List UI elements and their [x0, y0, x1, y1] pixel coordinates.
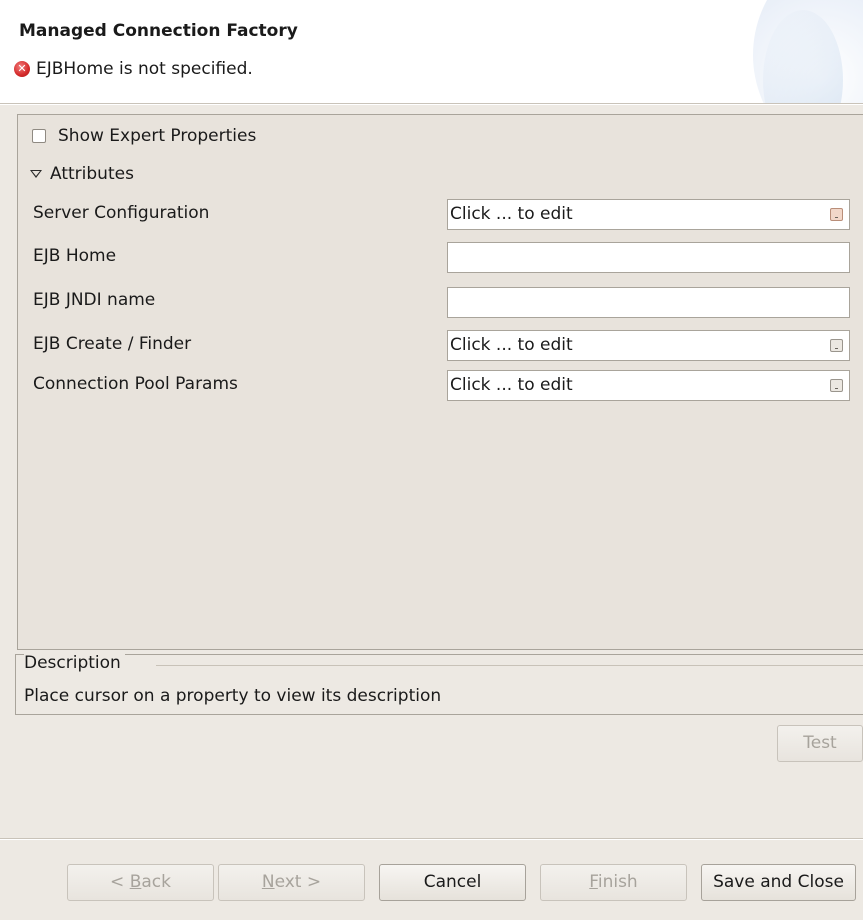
prop-label-server-configuration: Server Configuration: [33, 203, 210, 223]
prop-field-ejb-create-finder[interactable]: Click ... to edit: [447, 330, 850, 361]
prop-field-ejb-home[interactable]: [447, 242, 850, 273]
description-title: Description: [24, 653, 125, 673]
save-and-close-button[interactable]: Save and Close: [701, 864, 856, 901]
properties-panel: Show Expert Properties Attributes Server…: [17, 114, 863, 650]
next-button[interactable]: Next >: [218, 864, 365, 901]
cancel-button[interactable]: Cancel: [379, 864, 526, 901]
prop-label-ejb-create-finder: EJB Create / Finder: [33, 334, 192, 354]
show-expert-properties-checkbox[interactable]: Show Expert Properties: [32, 126, 256, 146]
prop-value-ejb-create-finder: Click ... to edit: [450, 335, 573, 355]
edit-ellipsis-button[interactable]: [830, 379, 843, 392]
description-text: Place cursor on a property to view its d…: [24, 686, 442, 706]
back-button[interactable]: < Back: [67, 864, 214, 901]
show-expert-properties-label: Show Expert Properties: [58, 126, 257, 146]
dialog-header: Managed Connection Factory ✕ EJBHome is …: [0, 0, 863, 103]
attributes-section-toggle[interactable]: Attributes: [30, 164, 134, 184]
attributes-section-label: Attributes: [50, 164, 134, 184]
description-divider: [156, 665, 863, 666]
prop-value-connection-pool-params: Click ... to edit: [450, 375, 573, 395]
checkbox-box[interactable]: [32, 129, 46, 143]
next-button-rest: ext >: [274, 872, 322, 892]
header-separator-highlight: [0, 104, 863, 105]
error-message: ✕ EJBHome is not specified.: [14, 59, 253, 79]
error-icon: ✕: [14, 61, 30, 77]
next-button-mnemonic: N: [261, 872, 275, 892]
back-button-prefix: <: [110, 872, 130, 892]
dialog-title: Managed Connection Factory: [19, 21, 298, 41]
footer-separator-highlight: [0, 839, 863, 840]
expand-triangle-icon[interactable]: [30, 170, 42, 178]
edit-ellipsis-button[interactable]: [830, 208, 843, 221]
prop-label-connection-pool-params: Connection Pool Params: [33, 374, 238, 394]
prop-label-ejb-home: EJB Home: [33, 246, 117, 266]
prop-label-ejb-jndi-name: EJB JNDI name: [33, 290, 156, 310]
prop-value-server-configuration: Click ... to edit: [450, 204, 573, 224]
description-group: Description Place cursor on a property t…: [15, 653, 863, 715]
back-button-mnemonic: B: [129, 872, 142, 892]
prop-field-ejb-jndi-name[interactable]: [447, 287, 850, 318]
prop-field-connection-pool-params[interactable]: Click ... to edit: [447, 370, 850, 401]
test-button[interactable]: Test: [777, 725, 863, 762]
finish-button-rest: inish: [597, 872, 638, 892]
finish-button[interactable]: Finish: [540, 864, 687, 901]
back-button-rest: ack: [141, 872, 171, 892]
edit-ellipsis-button[interactable]: [830, 339, 843, 352]
finish-button-mnemonic: F: [589, 872, 598, 892]
prop-field-server-configuration[interactable]: Click ... to edit: [447, 199, 850, 230]
error-message-text: EJBHome is not specified.: [36, 59, 253, 79]
